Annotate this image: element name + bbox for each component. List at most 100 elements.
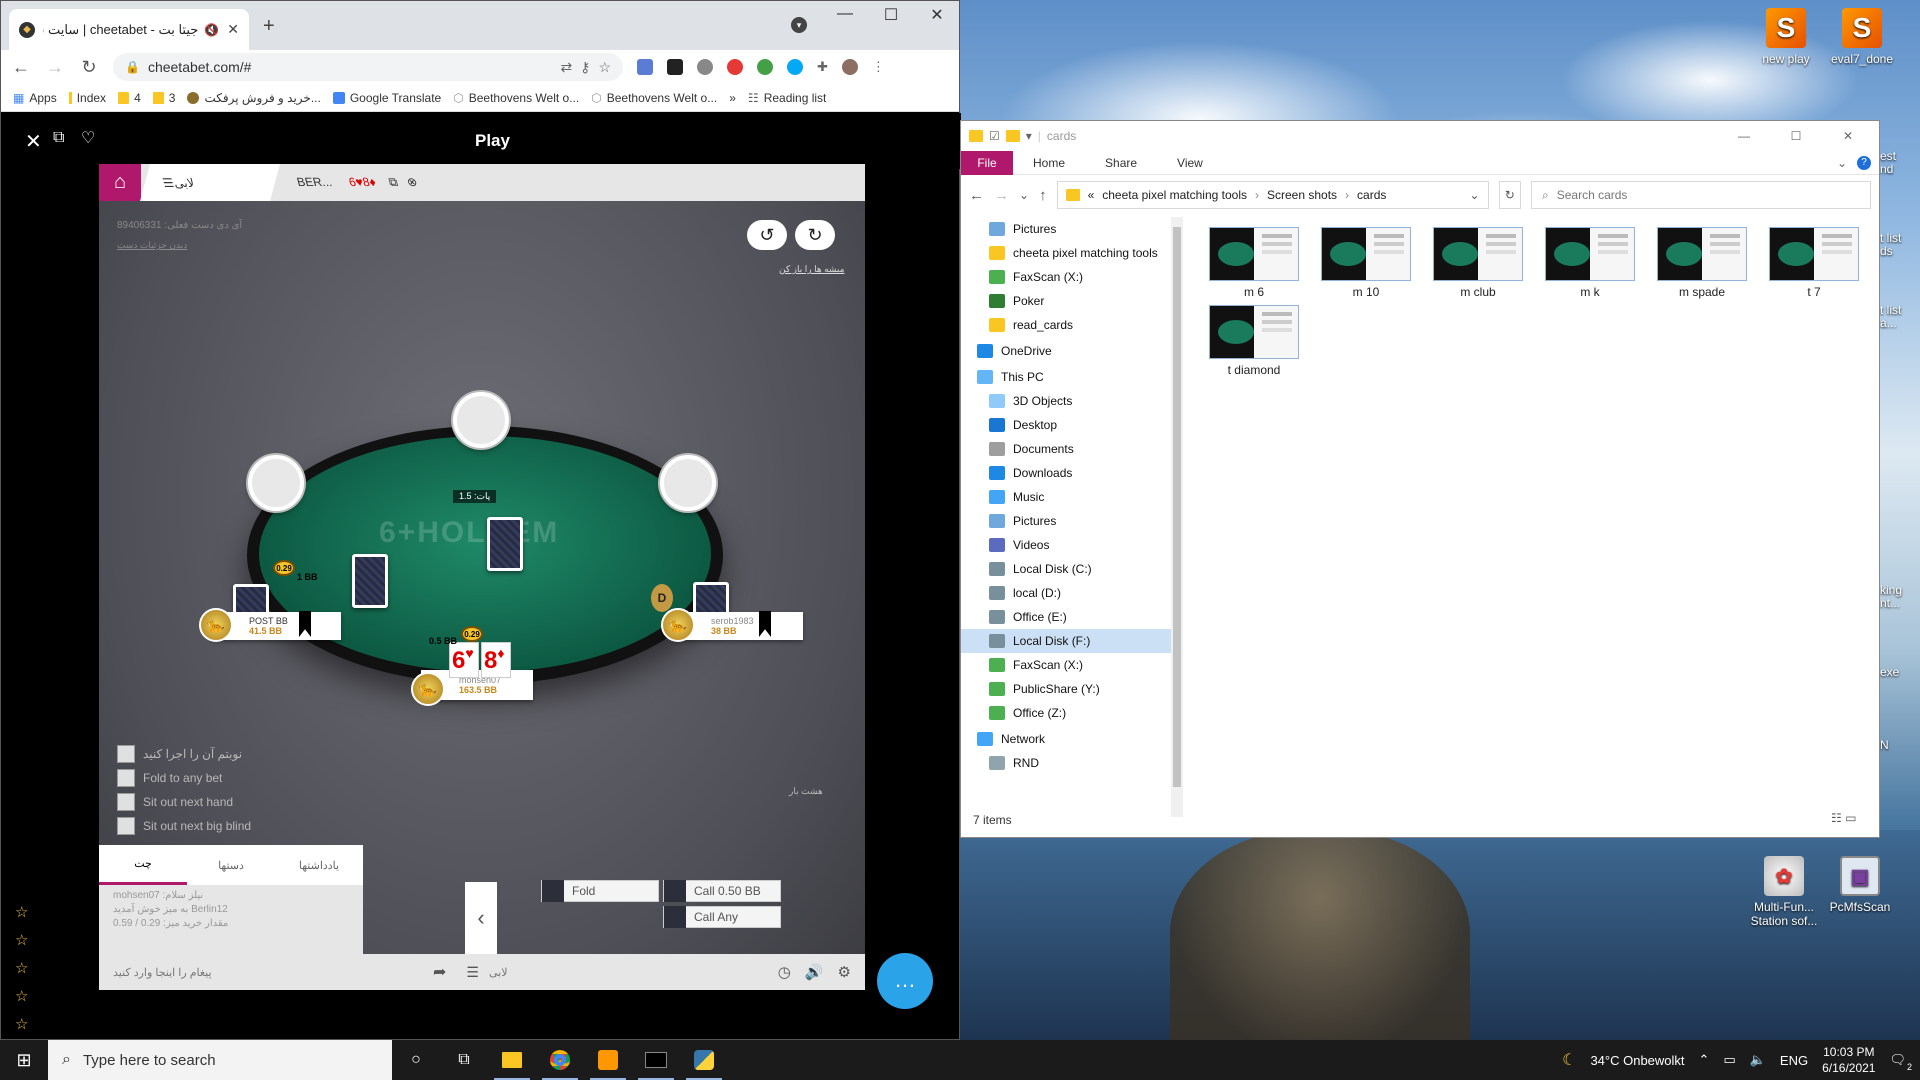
- maximize-icon[interactable]: ☐: [1773, 129, 1819, 143]
- view-toggle-icons[interactable]: ☷ ▭: [1831, 811, 1856, 825]
- key-icon[interactable]: ⚷: [580, 59, 590, 76]
- sound-icon[interactable]: 🔊: [805, 963, 824, 981]
- file-item[interactable]: m 6: [1207, 227, 1301, 299]
- new-folder-icon[interactable]: [1005, 130, 1020, 142]
- home-icon[interactable]: ⌂: [99, 164, 141, 201]
- recent-dropdown-icon[interactable]: ⌄: [1019, 188, 1029, 202]
- forward-icon[interactable]: →: [45, 57, 65, 78]
- redo-icon[interactable]: ↻: [795, 220, 835, 250]
- checkbox[interactable]: [117, 817, 135, 835]
- history-icon[interactable]: ◷: [778, 963, 791, 981]
- nav-item[interactable]: Local Disk (C:): [961, 557, 1171, 581]
- checkbox[interactable]: [117, 793, 135, 811]
- option-checkbox[interactable]: Fold to any bet: [117, 766, 251, 790]
- notification-icon[interactable]: 🗨 2: [1889, 1052, 1912, 1072]
- forward-icon[interactable]: →: [994, 187, 1009, 204]
- back-icon[interactable]: ←: [969, 187, 984, 204]
- address-bar[interactable]: 🔒 cheetabet.com/# ⇄ ⚷ ☆: [113, 53, 623, 81]
- nav-item[interactable]: RND: [961, 751, 1171, 775]
- desktop-icon-eval7-done[interactable]: S eval7_done: [1824, 8, 1900, 66]
- settings-gear-icon[interactable]: ⚙: [838, 963, 851, 981]
- send-icon[interactable]: ➦: [433, 962, 446, 982]
- tab-table[interactable]: BER... 6♥8♦ ⧉ ⊗: [274, 164, 464, 201]
- mute-icon[interactable]: 🔇: [204, 23, 219, 37]
- star-icon[interactable]: ☆: [15, 955, 28, 983]
- tab-lobby[interactable]: ☰ لابی: [140, 164, 280, 201]
- lobby-list-icon[interactable]: ☰: [466, 964, 479, 981]
- copy-icon[interactable]: ⧉: [387, 175, 400, 190]
- breadcrumb[interactable]: « cheeta pixel matching tools › Screen s…: [1056, 181, 1489, 209]
- bookmark-index[interactable]: Index: [68, 91, 106, 105]
- sublime-taskbar-icon[interactable]: [584, 1040, 632, 1080]
- file-item[interactable]: t 7: [1767, 227, 1861, 299]
- footer-lobby[interactable]: لابی: [489, 966, 508, 979]
- bookmark-folder[interactable]: 4: [118, 91, 141, 105]
- file-item[interactable]: m spade: [1655, 227, 1749, 299]
- star-icon[interactable]: ☆: [598, 59, 611, 76]
- bookmark-apps[interactable]: ▦ Apps: [13, 91, 57, 105]
- tab-chat[interactable]: چت: [99, 845, 187, 885]
- checkbox[interactable]: [117, 745, 135, 763]
- breadcrumb-item[interactable]: Screen shots: [1267, 188, 1337, 202]
- nav-item[interactable]: FaxScan (X:): [961, 265, 1171, 289]
- bookmark-google-translate[interactable]: Google Translate: [332, 91, 441, 105]
- extension-icon[interactable]: [697, 59, 713, 75]
- scrollbar-thumb[interactable]: [1173, 227, 1181, 787]
- network-icon[interactable]: ▭: [1723, 1052, 1735, 1068]
- nav-item[interactable]: Downloads: [961, 461, 1171, 485]
- back-icon[interactable]: ←: [11, 57, 31, 78]
- bookmark-folder[interactable]: 3: [152, 91, 175, 105]
- extension-icon[interactable]: [757, 59, 773, 75]
- refresh-icon[interactable]: ↻: [1498, 181, 1521, 209]
- cortana-icon[interactable]: ○: [392, 1040, 440, 1080]
- star-icon[interactable]: ☆: [15, 899, 28, 927]
- close-window-icon[interactable]: ✕: [917, 5, 957, 25]
- bookmark-perfect[interactable]: خرید و فروش پرفکت...: [187, 91, 321, 105]
- minimize-icon[interactable]: —: [825, 5, 865, 23]
- new-tab-icon[interactable]: +: [263, 15, 275, 38]
- option-checkbox[interactable]: نوبتم آن را اجرا کنید: [117, 742, 251, 766]
- close-window-icon[interactable]: ✕: [1825, 129, 1871, 143]
- nav-item[interactable]: This PC: [961, 365, 1171, 389]
- popout-icon[interactable]: ⧉: [53, 129, 64, 147]
- tab-notes[interactable]: یادداشتها: [275, 845, 363, 885]
- help-icon[interactable]: ?: [1857, 155, 1871, 170]
- file-item[interactable]: m club: [1431, 227, 1525, 299]
- desktop-icon-multi-function[interactable]: ✿ Multi-Fun... Station sof...: [1746, 856, 1822, 928]
- nav-item[interactable]: Office (Z:): [961, 701, 1171, 725]
- chrome-taskbar-icon[interactable]: [536, 1040, 584, 1080]
- browser-tab[interactable]: ◆ جیتا بت - cheetabet | سایت ش 🔇 ✕: [9, 9, 249, 50]
- fold-button[interactable]: Fold: [541, 880, 659, 902]
- tab-hands[interactable]: دستها: [187, 845, 275, 885]
- nav-item[interactable]: read_cards: [961, 313, 1171, 337]
- option-checkbox[interactable]: Sit out next hand: [117, 790, 251, 814]
- close-circle-icon[interactable]: ⊗: [405, 175, 419, 189]
- star-icon[interactable]: ☆: [15, 1011, 28, 1039]
- nav-item[interactable]: Pictures: [961, 217, 1171, 241]
- chevron-up-icon[interactable]: ⌃: [1699, 1052, 1710, 1068]
- chat-input[interactable]: پیغام را اینجا وارد کنید: [113, 966, 433, 979]
- star-icon[interactable]: ☆: [15, 927, 28, 955]
- up-icon[interactable]: ↑: [1039, 187, 1047, 204]
- breadcrumb-item[interactable]: cards: [1357, 188, 1386, 202]
- breadcrumb-overflow[interactable]: «: [1088, 188, 1095, 202]
- empty-seat[interactable]: [248, 455, 304, 511]
- ribbon-expand-icon[interactable]: ⌄: [1827, 156, 1857, 170]
- extension-icon[interactable]: [727, 59, 743, 75]
- call-any-button[interactable]: Call Any: [663, 906, 781, 928]
- close-icon[interactable]: ✕: [25, 129, 42, 154]
- volume-icon[interactable]: 🔈: [1750, 1052, 1766, 1068]
- file-item[interactable]: m 10: [1319, 227, 1413, 299]
- bookmarks-overflow[interactable]: »: [729, 91, 736, 105]
- nav-item[interactable]: Network: [961, 727, 1171, 751]
- python-taskbar-icon[interactable]: [680, 1040, 728, 1080]
- chevron-down-icon[interactable]: ⌄: [1470, 188, 1480, 202]
- tab-search-icon[interactable]: ▾: [791, 17, 807, 33]
- reopen-link[interactable]: میشه ها را باز کن: [779, 264, 844, 275]
- terminal-taskbar-icon[interactable]: [632, 1040, 680, 1080]
- qat-dropdown-icon[interactable]: ▾: [1026, 129, 1032, 143]
- star-icon[interactable]: ☆: [15, 983, 28, 1011]
- file-explorer-taskbar-icon[interactable]: [488, 1040, 536, 1080]
- windows-start-icon[interactable]: ⊞: [0, 1040, 48, 1080]
- nav-item[interactable]: FaxScan (X:): [961, 653, 1171, 677]
